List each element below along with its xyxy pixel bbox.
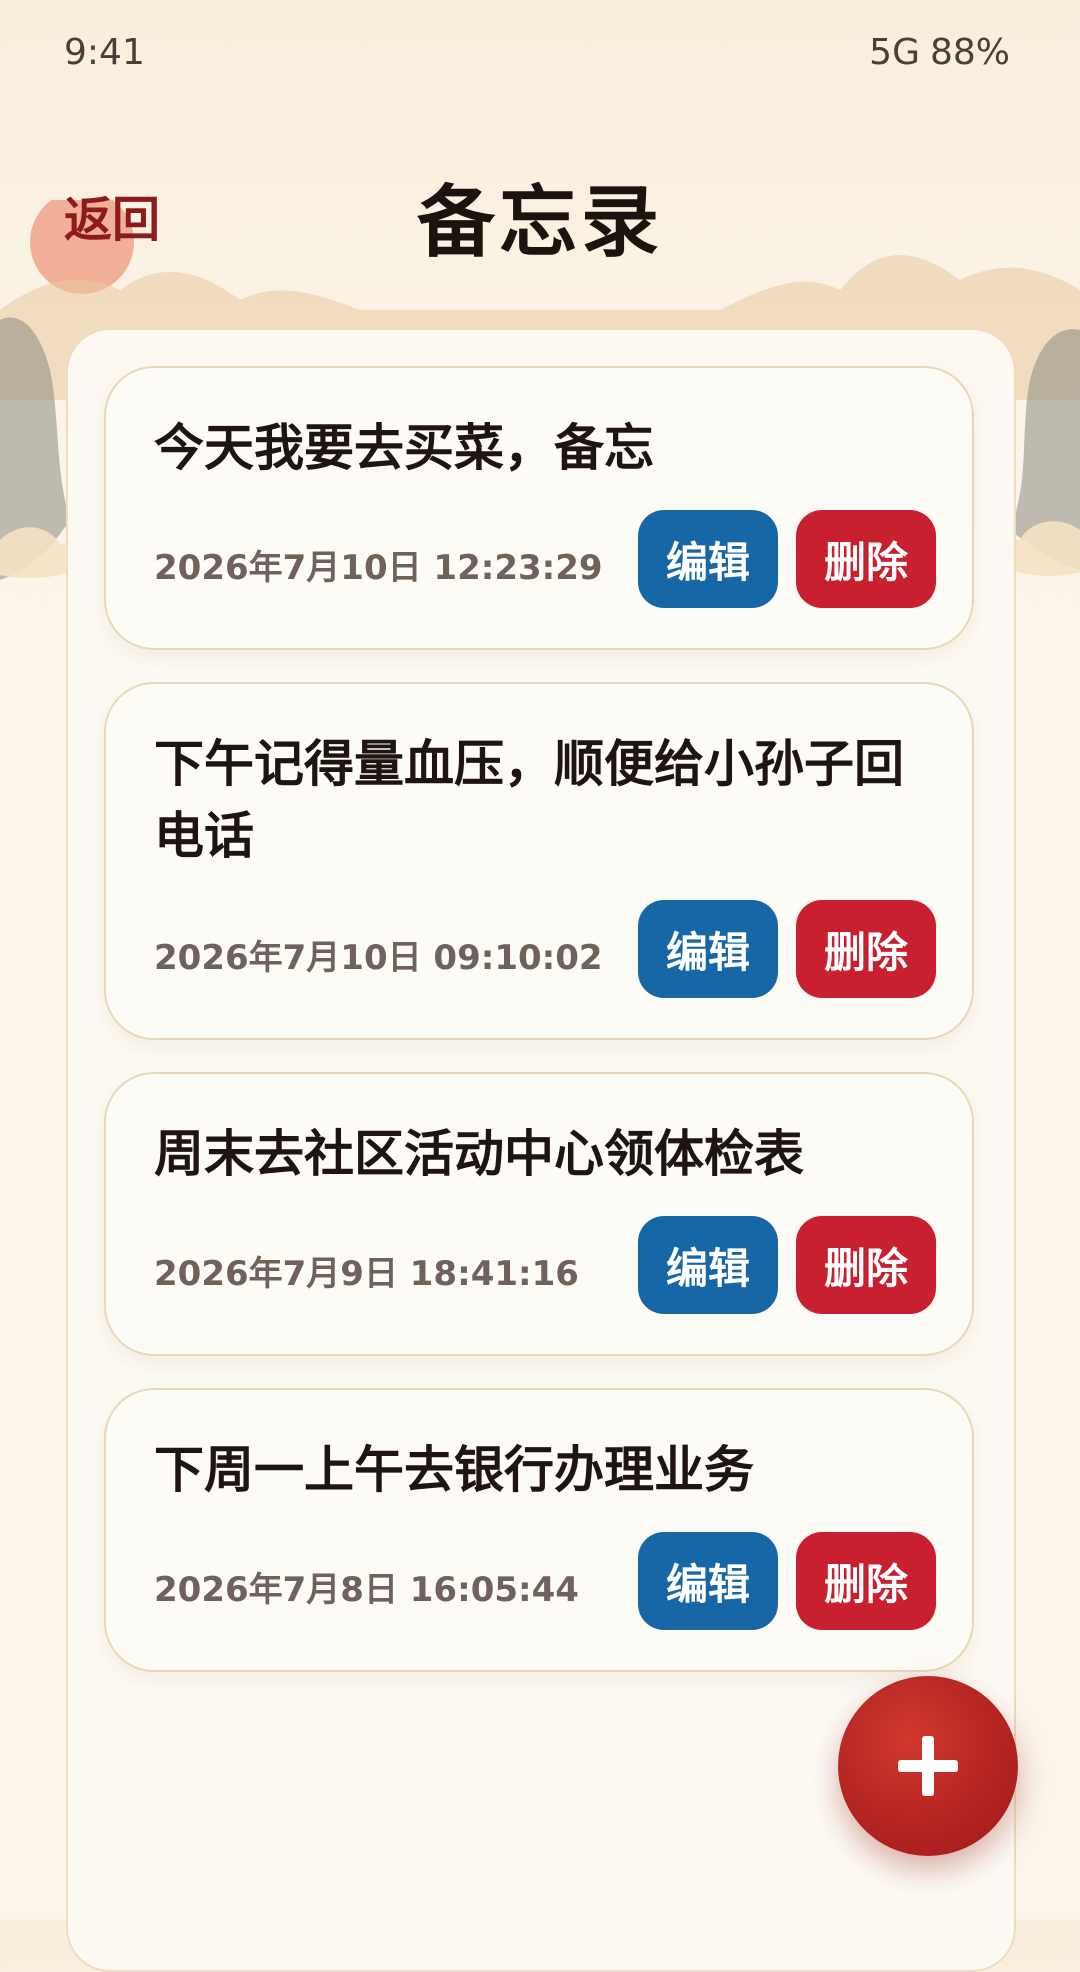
edit-button[interactable]: 编辑 (638, 1216, 778, 1314)
status-indicators: 5G 88% (869, 32, 1010, 73)
status-time: 9:41 (64, 32, 145, 73)
network-indicator: 5G (869, 32, 920, 73)
edit-button[interactable]: 编辑 (638, 900, 778, 998)
edit-button[interactable]: 编辑 (638, 1532, 778, 1630)
page-title: 备忘录 (416, 178, 663, 268)
header: 返回 备忘录 (0, 150, 1080, 270)
delete-button[interactable]: 删除 (796, 900, 936, 998)
battery-indicator: 88% (929, 32, 1010, 73)
memo-timestamp: 2026年7月10日 12:23:29 (154, 548, 603, 588)
memo-timestamp: 2026年7月10日 09:10:02 (154, 938, 603, 978)
memo-text: 下周一上午去银行办理业务 (154, 1441, 754, 1499)
memo-card: 下周一上午去银行办理业务 2026年7月8日 16:05:44 编辑 删除 (104, 1388, 974, 1672)
add-memo-button[interactable] (838, 1676, 1018, 1856)
delete-button[interactable]: 删除 (796, 510, 936, 608)
memo-text: 今天我要去买菜，备忘 (154, 419, 654, 477)
delete-button[interactable]: 删除 (796, 1532, 936, 1630)
memo-card: 下午记得量血压，顺便给小孙子回电话 2026年7月10日 09:10:02 编辑… (104, 682, 974, 1040)
edit-button[interactable]: 编辑 (638, 510, 778, 608)
memo-card: 今天我要去买菜，备忘 2026年7月10日 12:23:29 编辑 删除 (104, 366, 974, 650)
memo-timestamp: 2026年7月8日 16:05:44 (154, 1570, 579, 1610)
memo-text: 下午记得量血压，顺便给小孙子回电话 (154, 735, 904, 865)
plus-icon (898, 1736, 958, 1796)
memo-timestamp: 2026年7月9日 18:41:16 (154, 1254, 579, 1294)
delete-button[interactable]: 删除 (796, 1216, 936, 1314)
memo-card: 周末去社区活动中心领体检表 2026年7月9日 18:41:16 编辑 删除 (104, 1072, 974, 1356)
status-bar: 9:41 5G 88% (0, 0, 1080, 110)
memo-text: 周末去社区活动中心领体检表 (154, 1125, 804, 1183)
